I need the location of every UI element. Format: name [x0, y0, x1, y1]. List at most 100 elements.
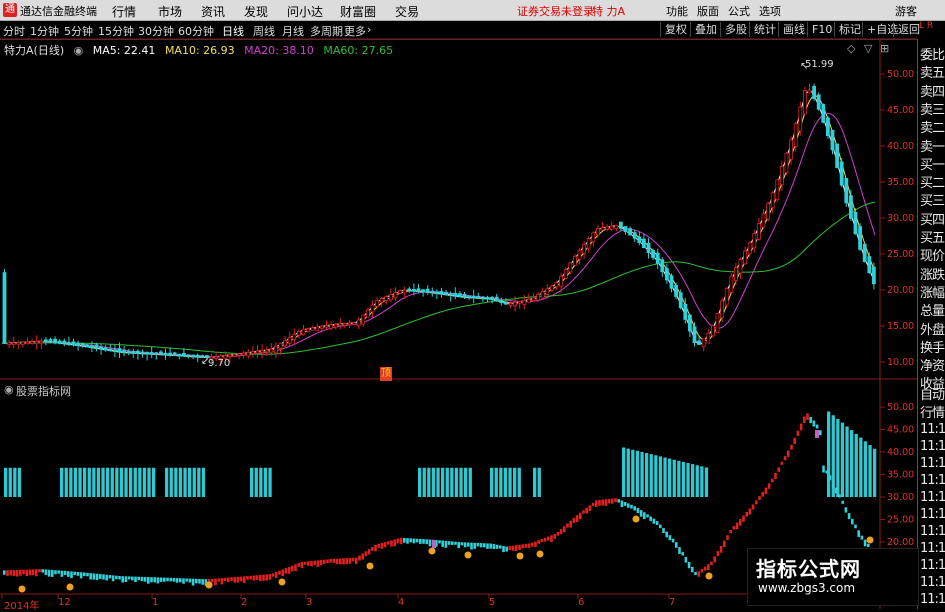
sidebar-item-7[interactable]: 买二: [920, 172, 945, 191]
indicator-dot: [156, 577, 160, 584]
candle-body: [734, 267, 738, 281]
indicator-bar: [854, 433, 858, 497]
indicator-dot: [367, 549, 371, 555]
indicator-dot: [191, 578, 195, 586]
sidebar-item-28[interactable]: 11:1: [920, 541, 945, 556]
candle-body: [494, 296, 499, 302]
indicator-dot: [153, 577, 156, 583]
candle-body: [232, 353, 237, 357]
chart-canvas[interactable]: 50.00 45.00 40.00 35.00 30.00 25.00 20.00 15.00…: [0, 0, 917, 609]
candle-body: [85, 344, 90, 348]
indicator-dot: [412, 538, 416, 544]
candle-body: [448, 293, 453, 297]
sidebar-item-24[interactable]: 11:1: [920, 473, 945, 488]
indicator-dot: [748, 508, 752, 515]
sidebar-item-23[interactable]: 11:1: [920, 456, 945, 471]
x-label-2014: 2014年: [4, 601, 40, 612]
indicator-bar: [263, 467, 268, 497]
x-label-5: 5: [489, 597, 496, 608]
indicator-dot: [415, 538, 419, 543]
candle-body: [34, 340, 39, 344]
indicator-bar: [101, 467, 105, 497]
sidebar-item-12[interactable]: 涨跌: [920, 264, 945, 283]
sidebar-item-25[interactable]: 11:1: [920, 490, 945, 505]
candle-body: [637, 236, 642, 244]
sidebar-item-5[interactable]: 卖一: [920, 136, 945, 155]
indicator-dot: [668, 535, 672, 541]
indicator-dot: [502, 546, 505, 553]
indicator-dot: [95, 573, 99, 580]
indicator-dot: [15, 569, 19, 577]
sidebar-item-22[interactable]: 11:1: [920, 439, 945, 454]
indicator-dot: [729, 529, 732, 534]
candle-body: [858, 226, 862, 250]
sidebar-item-17[interactable]: 净资: [920, 355, 945, 374]
sidebar-item-21[interactable]: 11:1: [920, 422, 945, 437]
sidebar-item-27[interactable]: 11:1: [920, 524, 945, 539]
indicator-dot: [684, 557, 688, 563]
sidebar-item-26[interactable]: 11:1: [920, 507, 945, 522]
sidebar-item-6[interactable]: 买一: [920, 154, 945, 173]
candle-body: [356, 319, 361, 326]
indicator-dot: [569, 520, 572, 528]
sidebar-item-19[interactable]: 自动: [920, 384, 945, 403]
price-tick-label: 40.00: [887, 141, 914, 152]
sidebar-item-10[interactable]: 买五: [920, 227, 945, 246]
signal-hand-icon: [536, 550, 544, 558]
indicator-dot: [758, 496, 761, 500]
sidebar-item-8[interactable]: 买三: [920, 190, 945, 209]
indicator-dot: [579, 512, 582, 520]
candle-body: [329, 324, 334, 329]
indicator-dot: [60, 570, 64, 577]
indicator-dot: [419, 538, 422, 544]
candle-body: [826, 117, 830, 137]
high-arrow-icon: ↖: [800, 61, 809, 72]
candle-body: [757, 223, 761, 240]
candle-body: [425, 288, 430, 293]
indicator-bar: [183, 467, 187, 497]
candle-body: [761, 213, 766, 228]
candle-body: [44, 339, 48, 343]
sidebar-item-3[interactable]: 卖三: [920, 99, 945, 118]
x-label-1: 1: [152, 597, 159, 608]
indicator-dot: [563, 526, 566, 533]
indicator-dot: [614, 498, 617, 503]
candle-body: [577, 249, 582, 260]
candle-body: [338, 323, 343, 326]
indicator-dot: [335, 558, 339, 565]
indicator-dot: [127, 576, 131, 580]
indicator-dot: [476, 542, 480, 547]
indicator-dot: [716, 551, 720, 557]
sidebar-item-13[interactable]: 涨幅: [920, 282, 945, 301]
sidebar-item-15[interactable]: 外盘: [920, 319, 945, 338]
sidebar-item-9[interactable]: 买四: [920, 209, 945, 228]
candle-body: [11, 342, 16, 345]
indicator-dot: [51, 569, 54, 577]
sidebar-item-4[interactable]: 卖二: [920, 117, 945, 136]
indicator-dot: [649, 516, 652, 522]
indicator-dot: [489, 543, 492, 549]
sidebar-item-1[interactable]: 卖五: [920, 62, 945, 81]
sidebar-item-20[interactable]: 行情: [920, 402, 945, 421]
indicator-bar: [268, 467, 272, 497]
candle-body: [692, 326, 697, 343]
sidebar-item-30[interactable]: 11:1: [920, 575, 945, 590]
signal-hand-icon: [632, 515, 640, 523]
indicator-dot: [467, 542, 470, 547]
candle-body: [467, 295, 472, 299]
sidebar-item-16[interactable]: 换手: [920, 337, 945, 356]
sidebar-item-11[interactable]: 现价: [920, 245, 945, 264]
indicator-bar: [73, 467, 78, 497]
indicator-bar: [197, 467, 201, 497]
indicator-bar: [78, 467, 82, 497]
indicator-dot: [377, 543, 380, 548]
sidebar-item-29[interactable]: 11:1: [920, 558, 945, 573]
sidebar-item-14[interactable]: 总量: [920, 300, 945, 319]
indicator-bar: [174, 467, 178, 497]
indicator-dot: [815, 424, 819, 429]
sidebar-item-2[interactable]: 卖四: [920, 81, 945, 100]
indicator-dot: [607, 498, 611, 504]
sidebar-item-31[interactable]: 11:1: [920, 592, 945, 607]
sidebar-item-0[interactable]: 委比: [920, 44, 945, 63]
indicator-dot: [636, 507, 640, 514]
